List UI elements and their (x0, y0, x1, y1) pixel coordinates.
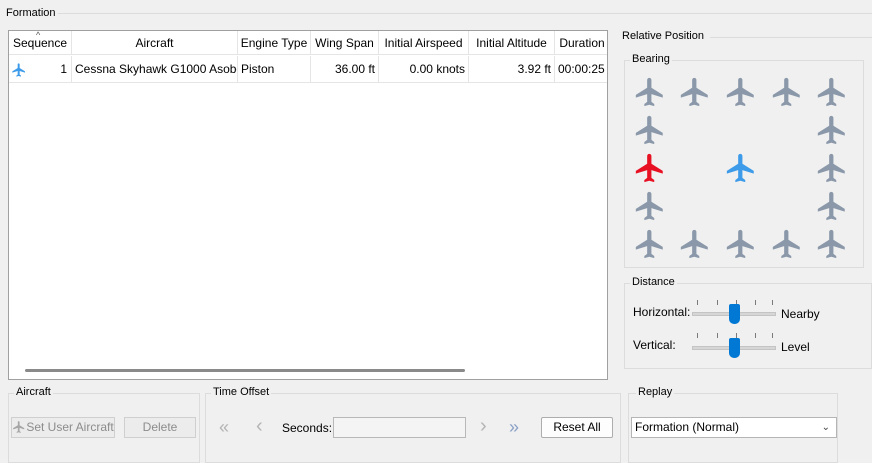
column-initial-altitude[interactable]: Initial Altitude (469, 31, 555, 55)
formation-group-border (52, 13, 872, 14)
bearing-airplane-icon[interactable] (678, 227, 712, 261)
bearing-airplane-icon[interactable] (815, 227, 849, 261)
horizontal-value: Nearby (781, 307, 820, 321)
bearing-airplane-icon[interactable] (724, 227, 758, 261)
column-duration[interactable]: Duration (555, 31, 607, 55)
cell-initial-altitude: 3.92 ft (469, 56, 555, 83)
delete-button[interactable]: Delete (124, 417, 196, 438)
set-user-aircraft-button[interactable]: Set User Aircraft (11, 417, 115, 438)
bearing-selected-airplane-icon[interactable] (633, 151, 667, 185)
bearing-airplane-icon[interactable] (724, 75, 758, 109)
column-aircraft[interactable]: Aircraft (72, 31, 238, 55)
formation-group-title: Formation (4, 7, 58, 19)
bearing-airplane-icon[interactable] (815, 75, 849, 109)
distance-title: Distance (630, 276, 677, 288)
slider-tick (697, 300, 698, 305)
rewind-icon[interactable]: ‹ (256, 416, 263, 436)
fast-rewind-icon[interactable]: « (219, 417, 229, 437)
slider-tick (717, 333, 718, 338)
airplane-icon (12, 420, 26, 434)
sort-ascending-icon: ^ (36, 31, 41, 40)
center-airplane-icon (724, 151, 758, 185)
reset-all-button[interactable]: Reset All (541, 417, 613, 438)
slider-tick (772, 333, 773, 338)
bearing-airplane-icon[interactable] (815, 189, 849, 223)
fast-forward-icon[interactable]: » (509, 417, 519, 437)
slider-tick (772, 300, 773, 305)
bearing-airplane-icon[interactable] (633, 189, 667, 223)
slider-tick (755, 300, 756, 305)
bearing-title: Bearing (630, 53, 672, 65)
relative-position-border (710, 37, 872, 38)
cell-aircraft: Cessna Skyhawk G1000 Asobo (72, 56, 238, 83)
time-offset-title: Time Offset (211, 386, 272, 398)
replay-title: Replay (636, 386, 675, 398)
vertical-value: Level (781, 340, 810, 354)
bearing-airplane-icon[interactable] (815, 151, 849, 185)
vertical-slider-thumb[interactable] (729, 338, 740, 358)
horizontal-slider-thumb[interactable] (729, 304, 740, 324)
bearing-airplane-icon[interactable] (633, 227, 667, 261)
column-wing-span[interactable]: Wing Span (311, 31, 379, 55)
table-row[interactable]: 1 Cessna Skyhawk G1000 Asobo Piston 36.0… (9, 56, 607, 83)
seconds-label: Seconds: (282, 421, 333, 435)
replay-mode-select[interactable]: Formation (Normal) ⌄ (631, 417, 837, 438)
chevron-down-icon: ⌄ (821, 422, 830, 433)
cell-sequence: 1 (9, 56, 72, 83)
bearing-airplane-icon[interactable] (633, 113, 667, 147)
slider-tick (755, 333, 756, 338)
distance-group-border (624, 283, 872, 369)
column-initial-airspeed[interactable]: Initial Airspeed (379, 31, 469, 55)
aircraft-group-title: Aircraft (14, 386, 53, 398)
column-engine-type[interactable]: Engine Type (238, 31, 311, 55)
bearing-airplane-icon[interactable] (815, 113, 849, 147)
horizontal-scrollbar[interactable] (25, 369, 465, 372)
slider-tick (697, 333, 698, 338)
seconds-input[interactable] (333, 417, 466, 438)
bearing-airplane-icon[interactable] (678, 75, 712, 109)
vertical-label: Vertical: (633, 338, 676, 352)
formation-table[interactable]: ^ Sequence Aircraft Engine Type Wing Spa… (8, 30, 608, 380)
forward-icon[interactable]: › (480, 416, 487, 436)
column-sequence[interactable]: ^ Sequence (9, 31, 72, 55)
bearing-airplane-icon[interactable] (770, 75, 804, 109)
table-header: ^ Sequence Aircraft Engine Type Wing Spa… (9, 31, 607, 55)
cell-duration: 00:00:25 (558, 62, 605, 76)
cell-wing-span: 36.00 ft (311, 56, 379, 83)
slider-tick (717, 300, 718, 305)
bearing-airplane-icon[interactable] (770, 227, 804, 261)
horizontal-label: Horizontal: (633, 305, 691, 319)
bearing-airplane-icon[interactable] (633, 75, 667, 109)
cell-engine-type: Piston (238, 56, 311, 83)
relative-position-title: Relative Position (620, 30, 706, 42)
airplane-icon (11, 61, 27, 77)
cell-initial-airspeed: 0.00 knots (379, 56, 469, 83)
